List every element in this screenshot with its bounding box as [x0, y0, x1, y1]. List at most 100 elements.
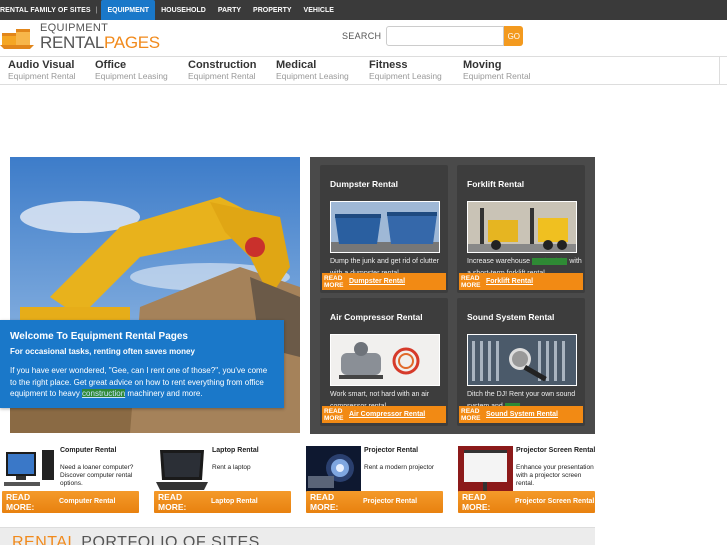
nav-subtitle: Equipment Rental: [463, 71, 531, 81]
product-title[interactable]: Computer Rental: [60, 446, 143, 455]
product-description: Rent a modern projector: [364, 464, 435, 471]
read-more-label: READ MORE: [461, 274, 481, 289]
tab-household[interactable]: HOUSEHOLD: [155, 0, 212, 20]
separator: |: [95, 6, 98, 14]
dumpster-image[interactable]: [330, 201, 440, 253]
card-title: Forklift Rental: [467, 179, 525, 189]
product-laptop-rental: Laptop Rental Rent a laptop READ MORE: La…: [152, 444, 295, 516]
product-title[interactable]: Projector Rental: [364, 446, 447, 455]
read-more-bar[interactable]: READ MORE: Projector Rental: [306, 491, 443, 513]
read-more-bar[interactable]: READ MORE: Projector Screen Rental: [458, 491, 595, 513]
portfolio-section: RENTAL PORTFOLIO OF SITES: [0, 527, 595, 545]
tab-party[interactable]: PARTY: [212, 0, 247, 20]
portfolio-heading-rest: PORTFOLIO OF SITES: [76, 534, 260, 545]
air-compressor-image[interactable]: [330, 334, 440, 386]
read-more-label: READ MORE:: [6, 492, 35, 512]
product-projector-rental: Projector Rental Rent a modern projector…: [304, 444, 447, 516]
card-forklift-rental: Forklift Rental Increase warehouse produ…: [457, 165, 585, 293]
read-more-bar[interactable]: READ MORE: Computer Rental: [2, 491, 139, 513]
read-more-label: READ MORE:: [462, 492, 491, 512]
read-more-label: READ MORE: [324, 407, 344, 422]
read-more-bar[interactable]: READ MORE Sound System Rental: [459, 406, 583, 423]
featured-rentals-grid: Dumpster Rental Dump the junk and get ri…: [310, 157, 595, 434]
nav-subtitle: Equipment Rental: [8, 71, 76, 81]
card-title: Air Compressor Rental: [330, 312, 423, 322]
tab-vehicle[interactable]: VEHICLE: [298, 0, 340, 20]
family-label: RENTAL FAMILY OF SITES: [0, 6, 91, 14]
search-input[interactable]: [386, 26, 505, 46]
nav-title: Medical: [276, 59, 317, 71]
computer-rental-link[interactable]: Computer Rental: [59, 498, 115, 506]
tab-equipment[interactable]: EQUIPMENT: [101, 0, 156, 25]
card-air-compressor-rental: Air Compressor Rental Work smart, not ha…: [320, 298, 448, 426]
projector-rental-link[interactable]: Projector Rental: [363, 498, 417, 506]
product-description: Enhance your presentation with a project…: [516, 464, 594, 487]
welcome-heading: Welcome To Equipment Rental Pages: [10, 331, 188, 342]
read-more-label: READ MORE:: [158, 492, 187, 512]
logo-rental: RENTAL: [40, 33, 105, 52]
nav-moving[interactable]: Moving Equipment Rental: [463, 60, 531, 81]
product-projector-screen-rental: Projector Screen Rental Enhance your pre…: [456, 444, 599, 516]
card-title: Dumpster Rental: [330, 179, 399, 189]
nav-subtitle: Equipment Leasing: [369, 71, 442, 81]
read-more-bar[interactable]: READ MORE Dumpster Rental: [322, 273, 446, 290]
family-of-sites-bar: RENTAL FAMILY OF SITES | EQUIPMENT HOUSE…: [0, 0, 727, 25]
welcome-body: If you have ever wondered, "Gee, can I r…: [10, 365, 274, 400]
nav-construction[interactable]: Construction Equipment Rental: [188, 60, 256, 81]
category-nav: Audio Visual Equipment Rental Office Equ…: [0, 56, 727, 85]
sound-system-rental-link[interactable]: Sound System Rental: [486, 411, 558, 418]
search-box: SEARCH GO: [342, 26, 524, 46]
nav-subtitle: Equipment Leasing: [276, 71, 349, 81]
read-more-bar[interactable]: READ MORE: Laptop Rental: [154, 491, 291, 513]
welcome-text-end: machinery and more.: [125, 389, 203, 398]
welcome-panel: Welcome To Equipment Rental Pages For oc…: [0, 320, 284, 408]
productivity-link[interactable]: productivity: [531, 258, 568, 265]
site-header: EQUIPMENT RENTALPAGES SEARCH GO: [0, 20, 727, 56]
card-title: Sound System Rental: [467, 312, 555, 322]
search-label: SEARCH: [342, 31, 382, 41]
tab-property[interactable]: PROPERTY: [247, 0, 298, 20]
nav-subtitle: Equipment Leasing: [95, 71, 168, 81]
nav-title: Construction: [188, 59, 257, 71]
nav-medical[interactable]: Medical Equipment Leasing: [276, 60, 349, 81]
portfolio-heading: RENTAL PORTFOLIO OF SITES: [12, 535, 260, 545]
projector-image[interactable]: [306, 446, 361, 494]
read-more-bar[interactable]: READ MORE Forklift Rental: [459, 273, 583, 290]
logo-pages: PAGES: [104, 33, 160, 52]
boxes-logo-icon: [0, 23, 34, 51]
read-more-label: READ MORE: [324, 274, 344, 289]
air-compressor-rental-link[interactable]: Air Compressor Rental: [349, 411, 425, 418]
nav-title: Fitness: [369, 59, 408, 71]
nav-title: Audio Visual: [8, 59, 75, 71]
product-description: Rent a laptop: [212, 464, 251, 471]
product-title[interactable]: Laptop Rental: [212, 446, 295, 455]
nav-end-divider: [719, 57, 727, 84]
nav-audio-visual[interactable]: Audio Visual Equipment Rental: [8, 60, 76, 81]
read-more-label: READ MORE: [461, 407, 481, 422]
forklift-image[interactable]: [467, 201, 577, 253]
nav-title: Moving: [463, 59, 502, 71]
read-more-bar[interactable]: READ MORE Air Compressor Rental: [322, 406, 446, 423]
nav-office[interactable]: Office Equipment Leasing: [95, 60, 168, 81]
welcome-subheading: For occasional tasks, renting often save…: [10, 347, 195, 356]
laptop-rental-link[interactable]: Laptop Rental: [211, 498, 258, 506]
projector-screen-rental-link[interactable]: Projector Screen Rental: [515, 498, 594, 506]
card-sound-system-rental: Sound System Rental Ditch the DJ! Rent y…: [457, 298, 585, 426]
site-logo[interactable]: EQUIPMENT RENTALPAGES: [0, 23, 160, 51]
computer-image[interactable]: [2, 446, 57, 494]
product-title[interactable]: Projector Screen Rental: [516, 446, 599, 455]
search-go-button[interactable]: GO: [504, 26, 524, 46]
projector-screen-image[interactable]: [458, 446, 513, 494]
card-dumpster-rental: Dumpster Rental Dump the junk and get ri…: [320, 165, 448, 293]
product-description: Need a loaner computer? Discover compute…: [60, 464, 134, 487]
card-description-text: Increase warehouse: [467, 258, 532, 265]
product-computer-rental: Computer Rental Need a loaner computer? …: [0, 444, 143, 516]
forklift-rental-link[interactable]: Forklift Rental: [486, 278, 533, 285]
nav-subtitle: Equipment Rental: [188, 71, 256, 81]
nav-title: Office: [95, 59, 127, 71]
sound-system-image[interactable]: [467, 334, 577, 386]
construction-link[interactable]: construction: [82, 389, 126, 398]
nav-fitness[interactable]: Fitness Equipment Leasing: [369, 60, 442, 81]
dumpster-rental-link[interactable]: Dumpster Rental: [349, 278, 405, 285]
laptop-image[interactable]: [154, 446, 209, 494]
